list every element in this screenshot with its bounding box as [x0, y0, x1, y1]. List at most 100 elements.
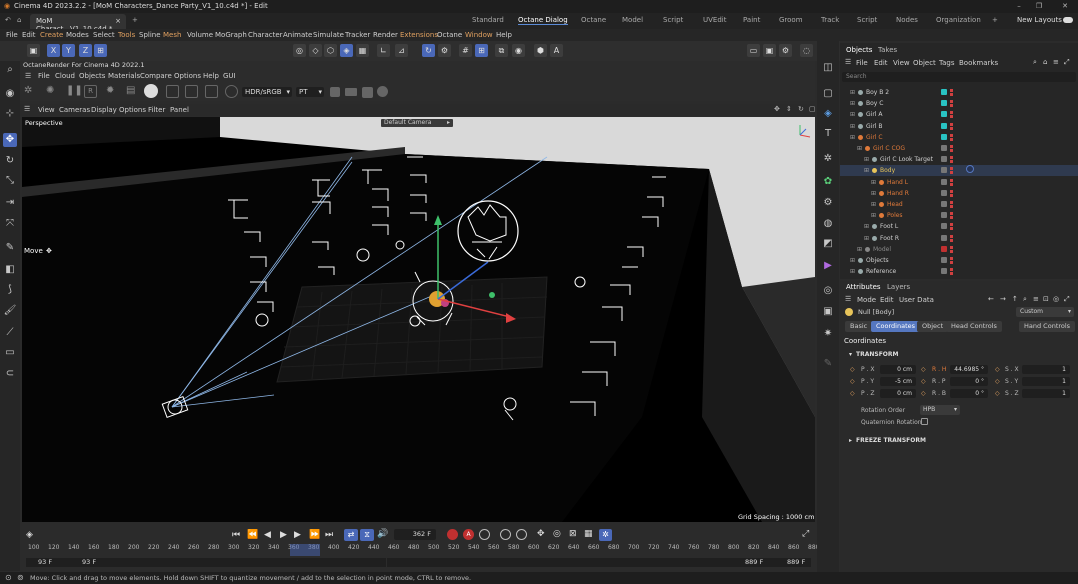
viewport-menu-view[interactable]: View	[38, 106, 55, 114]
keyframe-diamond-icon[interactable]: ◇	[921, 366, 926, 373]
expand-toggle-icon[interactable]: ⊞	[871, 199, 876, 210]
camera-icon[interactable]: ▶	[821, 259, 835, 273]
objects-expand-icon[interactable]: ⤢	[1064, 58, 1070, 67]
brush-icon[interactable]: ✎	[821, 357, 835, 371]
magnet-icon[interactable]: ⊂	[3, 367, 17, 381]
tab-layers[interactable]: Layers	[887, 283, 910, 291]
render-visibility-dot[interactable]	[950, 216, 953, 220]
octane-flare-icon[interactable]: ✹	[106, 85, 114, 96]
key-selection-icon[interactable]	[479, 529, 490, 540]
octane-gear-icon[interactable]: ✺	[46, 85, 59, 98]
octane-record-icon[interactable]	[377, 86, 388, 97]
menu-mesh[interactable]: Mesh	[163, 31, 181, 39]
close-icon[interactable]: ✕	[1056, 0, 1074, 13]
menu-create[interactable]: Create	[40, 31, 63, 39]
selection-icon[interactable]: ⊹	[3, 107, 17, 121]
menu-spline[interactable]: Spline	[139, 31, 161, 39]
attributes-menu-icon[interactable]: ☰	[845, 295, 851, 303]
menu-file[interactable]: File	[6, 31, 18, 39]
render-visibility-dot[interactable]	[950, 93, 953, 96]
objects-filter-icon[interactable]: ≡	[1053, 58, 1059, 66]
objects-menu-object[interactable]: Object	[913, 59, 936, 67]
keyframe-diamond-icon[interactable]: ◇	[850, 378, 855, 385]
coordinate-system-icon[interactable]: ⊞	[94, 44, 107, 57]
render-visibility-dot[interactable]	[950, 272, 953, 276]
octane-snapshot-icon[interactable]	[362, 87, 373, 98]
object-row[interactable]: ⊞ Foot R	[840, 233, 1078, 244]
layer-color-swatch[interactable]	[941, 89, 947, 95]
object-row[interactable]: ⊞ Girl B	[840, 121, 1078, 132]
object-row[interactable]: ⊞ Hand L	[840, 177, 1078, 188]
generator-icon[interactable]: ✲	[821, 152, 835, 166]
sx-field[interactable]: 1	[1022, 365, 1070, 374]
play-icon[interactable]: ▶	[280, 530, 287, 540]
editor-visibility-dot[interactable]	[950, 145, 953, 148]
home-icon[interactable]: ⌂	[17, 16, 21, 24]
quaternion-checkbox[interactable]	[921, 418, 928, 425]
next-frame-icon[interactable]: ▶	[294, 530, 301, 540]
expand-toggle-icon[interactable]: ⊞	[850, 121, 855, 132]
snap-icon[interactable]: ↻	[422, 44, 435, 57]
expand-toggle-icon[interactable]: ⊞	[864, 233, 869, 244]
octane-r-icon[interactable]: R	[84, 85, 97, 98]
lock-icon[interactable]: ◉	[512, 44, 525, 57]
layer-color-swatch[interactable]	[941, 156, 947, 163]
attributes-menu-edit[interactable]: Edit	[880, 296, 894, 304]
key-points-icon[interactable]: ▦	[584, 529, 593, 539]
layer-color-swatch[interactable]	[941, 133, 947, 140]
paint-brush-icon[interactable]: 🖌	[3, 304, 17, 318]
editor-visibility-dot[interactable]	[950, 156, 953, 160]
symmetry-icon[interactable]: ⧉	[495, 44, 508, 57]
prev-frame-icon[interactable]: ◀	[264, 530, 271, 540]
expand-toggle-icon[interactable]: ⊞	[850, 87, 855, 98]
knife-icon[interactable]: ⟋	[3, 326, 17, 340]
octane-live-icon[interactable]: ◌	[800, 44, 813, 57]
attributes-search-icon[interactable]: ⌕	[1023, 295, 1027, 304]
render-visibility-dot[interactable]	[950, 115, 953, 119]
snap-settings-icon[interactable]: ⚙	[438, 44, 451, 57]
colorspace-select[interactable]: HDR/sRGB ▾	[242, 87, 292, 97]
primitive-cube-icon[interactable]: ◈	[821, 107, 835, 121]
maximize-view-icon[interactable]: ▢	[809, 105, 816, 113]
sy-field[interactable]: 1	[1022, 377, 1070, 386]
octane-display-icon[interactable]	[345, 88, 357, 96]
range-start-field[interactable]: 93 F 93 F	[26, 558, 386, 567]
key-pause-icon[interactable]	[500, 529, 511, 540]
object-row[interactable]: ⊞ Boy C	[840, 98, 1078, 109]
editor-visibility-dot[interactable]	[950, 111, 953, 115]
rotate-tool-icon[interactable]: ↻	[3, 154, 17, 168]
render-view-icon[interactable]: ▭	[747, 44, 760, 57]
attributes-new-icon[interactable]: ◎	[1053, 295, 1059, 303]
layer-color-swatch[interactable]	[941, 257, 947, 263]
workplane-icon[interactable]: ∟	[377, 44, 390, 57]
zoom-icon[interactable]: ⇕	[786, 105, 792, 113]
expand-toggle-icon[interactable]: ⊞	[857, 143, 862, 154]
loop-icon[interactable]: ⇄	[344, 529, 358, 541]
octane-menu-materials[interactable]: Materials	[108, 72, 140, 80]
expand-toggle-icon[interactable]: ⊞	[871, 188, 876, 199]
layer-color-swatch[interactable]	[941, 201, 947, 207]
render-visibility-dot[interactable]	[950, 182, 953, 186]
subtab-hand-controls[interactable]: Hand Controls	[1019, 321, 1076, 332]
scale-tool-icon[interactable]: ⤡	[3, 174, 17, 188]
object-row[interactable]: ⊞ Objects	[840, 255, 1078, 266]
move-tool-icon[interactable]: ✥	[3, 133, 17, 147]
live-select-icon[interactable]: ◉	[3, 87, 17, 101]
menu-animate[interactable]: Animate	[283, 31, 312, 39]
viewport-menu-icon[interactable]: ☰	[24, 105, 30, 113]
tab-attributes[interactable]: Attributes	[846, 283, 881, 291]
key-scale-icon[interactable]: ⊠	[569, 529, 577, 539]
octane-menu-icon[interactable]: ☰	[25, 72, 31, 80]
uv-mode-icon[interactable]: ▦	[356, 44, 369, 57]
back-icon[interactable]: ↶	[5, 16, 11, 24]
nav-forward-icon[interactable]: →	[1000, 295, 1006, 303]
expand-toggle-icon[interactable]: ⊞	[864, 165, 869, 176]
menu-simulate[interactable]: Simulate	[313, 31, 344, 39]
layer-color-swatch[interactable]	[941, 122, 947, 129]
menu-select[interactable]: Select	[93, 31, 115, 39]
layer-color-swatch[interactable]	[941, 245, 947, 252]
render-region-icon[interactable]: ⬢	[534, 44, 547, 57]
render-icon[interactable]: ▣	[821, 305, 835, 319]
layer-color-swatch[interactable]	[941, 234, 947, 241]
viewport-scene[interactable]	[22, 117, 815, 522]
